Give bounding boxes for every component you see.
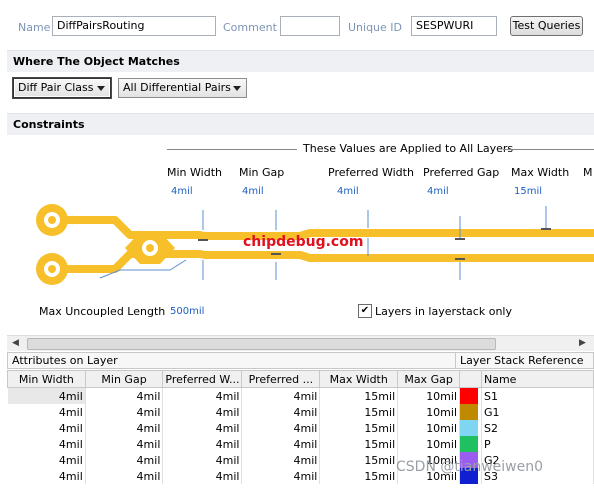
table-cell[interactable]: 10mil [397,387,461,404]
comment-label: Comment [223,21,277,34]
col-max-width-label: Max Width [511,166,570,179]
table-cell[interactable]: 4mil [241,452,321,468]
table-cell[interactable]: 4mil [7,387,86,404]
table-cell[interactable]: 4mil [85,452,164,468]
table-cell[interactable]: 10mil [397,420,461,436]
table-cell[interactable]: 15mil [319,404,399,420]
table-header-row: Min Width Min Gap Preferred W... Preferr… [7,370,594,388]
diff-pair-class-select[interactable]: Diff Pair Class [13,78,111,98]
differential-pairs-select[interactable]: All Differential Pairs [118,78,247,98]
col-preferred-width-label: Preferred Width [328,166,414,179]
header-preferred-width[interactable]: Preferred W... [162,370,243,388]
header-max-gap[interactable]: Max Gap [397,370,461,388]
header-preferred-gap[interactable]: Preferred ... [241,370,321,388]
table-cell[interactable]: 4mil [162,420,243,436]
header-min-gap[interactable]: Min Gap [84,370,164,388]
layer-color-cell [459,436,482,452]
table-row[interactable]: 4mil 4mil 4mil 4mil 15mil 10mil S2 [7,420,594,436]
table-cell[interactable]: 4mil [85,468,164,484]
table-cell[interactable]: 4mil [162,404,243,420]
header-name[interactable]: Name [480,370,594,388]
name-input[interactable]: DiffPairsRouting [52,16,216,36]
select2-value: All Differential Pairs [123,81,231,94]
layer-color-swatch [460,404,479,420]
layer-color-swatch [460,388,479,404]
unique-id-label: Unique ID [348,21,403,34]
col-min-gap-label: Min Gap [239,166,285,179]
col-preferred-gap-label: Preferred Gap [423,166,500,179]
test-queries-button[interactable]: Test Queries [510,16,583,36]
table-cell[interactable]: 15mil [319,436,399,452]
table-cell[interactable]: 4mil [7,436,86,452]
table-cell[interactable]: 4mil [7,404,86,420]
csdn-watermark: CSDN @tianweiwen0 [396,459,543,475]
table-cell[interactable]: 4mil [7,420,86,436]
table-cell[interactable]: 4mil [241,404,321,420]
chevron-down-icon [233,86,241,91]
header-max-width[interactable]: Max Width [319,370,399,388]
table-cell[interactable]: 10mil [397,436,461,452]
table-cell[interactable]: 4mil [241,387,321,404]
where-title: Where The Object Matches [13,55,180,68]
table-cell[interactable]: 4mil [162,468,243,484]
comment-input[interactable] [280,16,340,36]
scrollbar-thumb[interactable] [27,338,496,350]
constraints-section-header: Constraints [7,113,594,135]
header-min-width[interactable]: Min Width [7,370,86,388]
attributes-group-title: Attributes on Layer [12,354,118,367]
table-cell[interactable]: 4mil [85,420,164,436]
layer-color-swatch [460,420,479,436]
table-cell[interactable]: 15mil [319,468,399,484]
layer-stack-group-header: Layer Stack Reference [455,352,594,369]
note-line-right [503,149,594,150]
layers-only-checkbox[interactable]: ✔ [358,304,372,318]
table-cell[interactable]: 4mil [162,387,243,404]
table-row[interactable]: 4mil 4mil 4mil 4mil 15mil 10mil G1 [7,404,594,420]
layer-name-cell[interactable]: S1 [481,387,594,404]
applied-note: These Values are Applied to All Layers [303,142,514,155]
table-cell[interactable]: 10mil [397,404,461,420]
table-cell[interactable]: 4mil [85,387,164,404]
table-cell[interactable]: 4mil [241,420,321,436]
layer-name-cell[interactable]: P [481,436,594,452]
where-section-header: Where The Object Matches [7,50,594,72]
table-cell[interactable]: 4mil [241,468,321,484]
layer-color-cell [459,404,482,420]
layer-name-cell[interactable]: S2 [481,420,594,436]
select1-value: Diff Pair Class [18,81,94,94]
chevron-down-icon [97,86,105,91]
table-row[interactable]: 4mil 4mil 4mil 4mil 15mil 10mil P [7,436,594,452]
note-line-left [167,149,297,150]
horizontal-scrollbar[interactable]: ◀ ▶ [7,335,594,351]
table-cell[interactable]: 4mil [241,436,321,452]
table-cell[interactable]: 4mil [7,452,86,468]
layer-color-cell [459,387,482,404]
col-min-width-label: Min Width [167,166,222,179]
name-label: Name [18,21,51,34]
attributes-group-header: Attributes on Layer [7,352,456,369]
layer-name-cell[interactable]: G1 [481,404,594,420]
layers-only-label: Layers in layerstack only [375,305,512,318]
constraints-title: Constraints [13,118,85,131]
layer-color-swatch [460,436,479,452]
scroll-right-icon[interactable]: ▶ [579,338,586,348]
table-cell[interactable]: 15mil [319,420,399,436]
layer-color-cell [459,420,482,436]
table-cell[interactable]: 4mil [85,436,164,452]
uncoupled-length-value: 500mil [170,306,205,317]
header-color[interactable] [459,370,482,388]
unique-id-input[interactable]: SESPWURI [411,16,497,36]
col-max-gap-label: M [583,166,593,179]
table-cell[interactable]: 4mil [85,404,164,420]
uncoupled-length-label: Max Uncoupled Length [39,305,166,318]
table-cell[interactable]: 4mil [162,436,243,452]
table-cell[interactable]: 4mil [162,452,243,468]
scroll-left-icon[interactable]: ◀ [12,338,19,348]
table-cell[interactable]: 15mil [319,452,399,468]
layer-stack-group-title: Layer Stack Reference [460,354,584,367]
table-row[interactable]: 4mil 4mil 4mil 4mil 15mil 10mil S1 [7,387,594,404]
table-cell[interactable]: 4mil [7,468,86,484]
table-cell[interactable]: 15mil [319,387,399,404]
watermark-text: chipdebug.com [243,234,364,250]
